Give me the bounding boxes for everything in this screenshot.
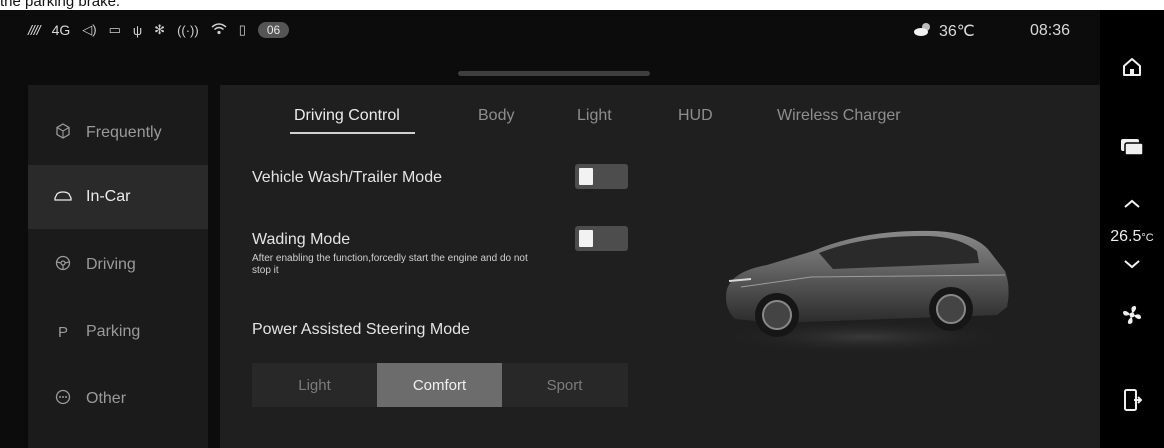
tab-body[interactable]: Body [478,107,514,125]
sidebar-item-label: Frequently [86,124,162,141]
status-bar: //// 4G ◁) ▭ ψ ✻ ((·)) ▯ 06 36℃ 08:36 [0,10,1100,52]
bluetooth-icon: ✻ [154,22,166,37]
sidebar-item-in-car[interactable]: In-Car [28,165,208,229]
car-icon [54,189,72,206]
steering-mode-selector: Light Comfort Sport [252,363,628,407]
steering-option-sport[interactable]: Sport [502,363,627,407]
sidebar-item-other[interactable]: Other [28,367,208,431]
outside-temperature: 36℃ [939,23,975,40]
sidebar-item-parking[interactable]: P Parking [28,300,208,364]
signal-strength: //// [28,22,41,38]
cube-icon [54,123,72,143]
parking-icon: P [57,323,68,341]
exit-icon[interactable] [1100,388,1164,417]
cabin-temperature-value: 26.5 [1110,228,1142,245]
sidebar: Frequently In-Car Driving P Parking Othe… [28,85,208,448]
tab-driving-control[interactable]: Driving Control [294,107,400,125]
status-icons: //// 4G ◁) ▭ ψ ✻ ((·)) ▯ 06 [28,22,290,38]
tab-hud[interactable]: HUD [678,107,713,125]
tab-light[interactable]: Light [577,107,612,125]
temperature-down-icon[interactable] [1100,256,1164,274]
steering-option-light[interactable]: Light [252,363,377,407]
toggle-knob [579,168,593,185]
cloud-sun-icon [913,22,933,41]
multi-screen-icon[interactable] [1100,138,1164,161]
weather: 36℃ [913,21,975,41]
wading-mode-label: Wading Mode [252,231,351,248]
toggle-knob [579,230,593,247]
hotspot-icon: ((·)) [177,22,199,38]
wading-mode-toggle[interactable] [575,226,628,251]
volume-icon: ◁) [82,22,97,37]
wifi-icon [211,22,227,38]
phone-icon: ▯ [238,22,246,37]
clock: 08:36 [1030,22,1071,39]
usb-icon: ψ [132,22,143,38]
active-tab-indicator [290,132,415,134]
vehicle-image [715,230,1015,355]
car-settings-screen: //// 4G ◁) ▭ ψ ✻ ((·)) ▯ 06 36℃ 08:36 Fr… [0,10,1164,448]
tab-wireless-charger[interactable]: Wireless Charger [777,107,901,125]
sidebar-item-label: Driving [86,256,136,273]
settings-panel: Driving Control Body Light HUD Wireless … [220,85,1100,448]
steering-mode-label: Power Assisted Steering Mode [252,321,470,338]
network-type: 4G [51,22,71,38]
pull-down-handle[interactable] [458,71,650,76]
temperature-up-icon[interactable] [1100,196,1164,214]
vehicle-wash-trailer-label: Vehicle Wash/Trailer Mode [252,169,442,186]
sidebar-item-label: In-Car [86,188,131,205]
sidebar-item-driving[interactable]: Driving [28,233,208,297]
steering-option-comfort[interactable]: Comfort [377,363,502,407]
more-icon [54,389,72,409]
caption-text: the parking brake. [0,0,121,10]
sidebar-item-label: Other [86,390,127,407]
sidebar-item-frequently[interactable]: Frequently [28,101,208,165]
home-icon[interactable] [1100,56,1164,83]
steering-wheel-icon [54,255,72,275]
temperature-unit: °C [1141,232,1154,244]
vehicle-wash-trailer-toggle[interactable] [575,164,628,189]
cabin-temperature: 26.5°C [1097,228,1164,246]
fan-icon[interactable] [1100,304,1164,331]
sidebar-item-label: Parking [86,323,141,340]
notification-badge[interactable]: 06 [257,22,290,38]
wading-mode-description: After enabling the function,forcedly sta… [252,253,528,276]
screen-icon: ▭ [108,22,121,37]
